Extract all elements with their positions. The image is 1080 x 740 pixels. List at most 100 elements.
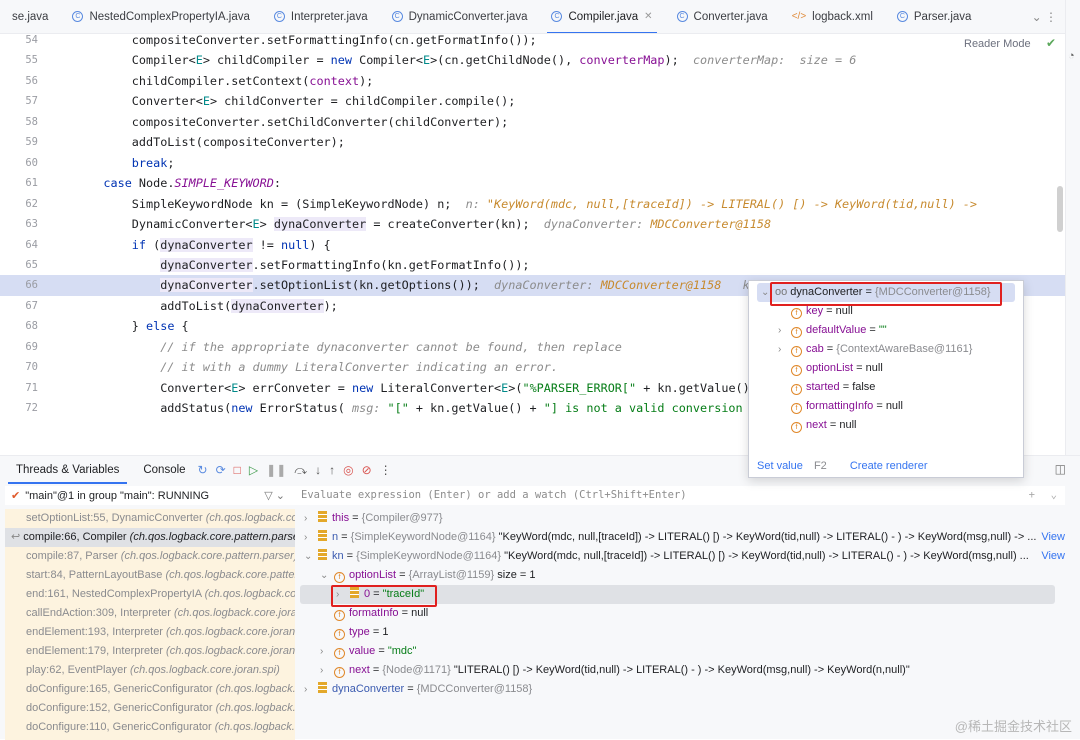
evaluate-expression-input[interactable]: Evaluate expression (Enter) or add a wat… [295, 486, 1065, 505]
line-number[interactable]: 68 [0, 316, 38, 337]
reader-mode-button[interactable]: Reader Mode [964, 38, 1031, 50]
line-number[interactable]: 64 [0, 235, 38, 256]
view-breakpoints-icon[interactable]: ◎ [343, 463, 353, 477]
stack-frame[interactable]: doConfigure:110, GenericConfigurator (ch… [5, 718, 295, 737]
popup-field-row[interactable]: › f defaultValue = "" [749, 321, 1023, 340]
stack-frame[interactable]: doConfigure:165, GenericConfigurator (ch… [5, 680, 295, 699]
variable-row[interactable]: ⌄ f optionList = {ArrayList@1159} size = 1 [300, 566, 1065, 585]
stack-frame[interactable]: doConfigure:152, GenericConfigurator (ch… [5, 699, 295, 718]
expand-arrow-icon[interactable]: › [320, 661, 330, 680]
tab-interpreter-java[interactable]: C Interpreter.java [262, 0, 380, 33]
popup-field: f formattingInfo = null [791, 400, 903, 414]
create-renderer-link[interactable]: Create renderer [850, 460, 928, 472]
variable-value: 1 [382, 626, 389, 638]
line-number[interactable]: 58 [0, 112, 38, 133]
stack-frame[interactable]: setOptionList:55, DynamicConverter (ch.q… [5, 509, 295, 528]
rerun-icon[interactable]: ↻ [198, 463, 208, 477]
stack-frame[interactable]: ↩ compile:66, Compiler (ch.qos.logback.c… [5, 528, 295, 547]
collapse-arrow-icon[interactable]: ⌄ [761, 283, 769, 302]
set-value-link[interactable]: Set value [757, 460, 803, 472]
line-number[interactable]: 71 [0, 378, 38, 399]
notifications-icon[interactable]: ◔ [1068, 50, 1080, 62]
field-name: defaultValue [806, 324, 867, 336]
variable-row[interactable]: › f next = {Node@1171} "LITERAL() [) -> Ke… [300, 661, 1065, 680]
stack-frame[interactable]: callEndAction:309, Interpreter (ch.qos.l… [5, 604, 295, 623]
line-number[interactable]: 66 [0, 275, 38, 296]
variable-row[interactable]: › this = {Compiler@977} [300, 509, 1065, 528]
line-number[interactable]: 70 [0, 357, 38, 378]
more-icon[interactable]: ⋮ [380, 463, 392, 477]
collapse-arrow-icon[interactable]: ⌄ [320, 566, 330, 585]
tab-parser-java[interactable]: C Parser.java [885, 0, 984, 33]
line-number[interactable]: 56 [0, 71, 38, 92]
variable-row[interactable]: f type = 1 [300, 623, 1065, 642]
popup-field-row[interactable]: f started = false [749, 378, 1023, 397]
stop-icon[interactable]: □ [234, 463, 241, 477]
tab-dynamicconverter-java[interactable]: C DynamicConverter.java [380, 0, 540, 33]
editor-scrollbar[interactable] [1057, 186, 1063, 232]
stack-frame[interactable]: endElement:179, Interpreter (ch.qos.logb… [5, 642, 295, 661]
line-number[interactable]: 72 [0, 398, 38, 419]
resume-icon[interactable]: ▷ [249, 463, 258, 477]
expand-arrow-icon[interactable]: › [304, 680, 314, 699]
line-number[interactable]: 55 [0, 50, 38, 71]
popup-field-row[interactable]: f next = null [749, 416, 1023, 435]
step-over-icon[interactable]: ⤼ [294, 463, 307, 478]
code-token: + kn.getValue() + [408, 401, 544, 416]
step-out-icon[interactable]: ↑ [329, 463, 335, 477]
add-watch-icon[interactable]: + [1029, 486, 1035, 505]
variables-tree[interactable]: › this = {Compiler@977} › n = {SimpleKeywo… [300, 509, 1065, 740]
variable-row[interactable]: › n = {SimpleKeywordNode@1164} "KeyWord(m… [300, 528, 1065, 547]
mute-breakpoints-icon[interactable]: ⊘ [362, 463, 372, 477]
thread-selector[interactable]: ✔ "main"@1 in group "main": RUNNING ▽ ⌄ [5, 486, 295, 505]
tabs-overflow-icon[interactable]: ⌄ ⋮ [1024, 10, 1065, 24]
line-number[interactable]: 63 [0, 214, 38, 235]
line-number[interactable]: 61 [0, 173, 38, 194]
step-into-icon[interactable]: ↓ [315, 463, 321, 477]
filter-icon[interactable]: ▽ ⌄ [264, 489, 285, 502]
frames-list[interactable]: setOptionList:55, DynamicConverter (ch.q… [5, 509, 295, 740]
view-link[interactable]: View [1039, 528, 1065, 547]
history-dropdown-icon[interactable]: ⌄ [1051, 486, 1057, 505]
stack-frame[interactable]: end:161, NestedComplexPropertyIA (ch.qos… [5, 585, 295, 604]
stack-frame[interactable]: play:62, EventPlayer (ch.qos.logback.cor… [5, 661, 295, 680]
line-number[interactable]: 67 [0, 296, 38, 317]
stack-frame[interactable]: compile:87, Parser (ch.qos.logback.core.… [5, 547, 295, 566]
variable-row[interactable]: › dynaConverter = {MDCConverter@1158} [300, 680, 1065, 699]
tab-threads-variables[interactable]: Threads & Variables [8, 456, 128, 484]
pause-icon[interactable]: ❚❚ [266, 463, 286, 477]
close-tab-icon[interactable]: ✕ [644, 11, 652, 22]
popup-field-row[interactable]: f optionList = null [749, 359, 1023, 378]
variable-row[interactable]: › f value = "mdc" [300, 642, 1065, 661]
line-number[interactable]: 65 [0, 255, 38, 276]
view-link[interactable]: View [1039, 547, 1065, 566]
field-icon: f [334, 667, 345, 678]
collapse-arrow-icon[interactable]: ⌄ [304, 547, 314, 566]
expand-arrow-icon[interactable]: › [320, 642, 330, 661]
line-number[interactable]: 57 [0, 91, 38, 112]
expand-arrow-icon[interactable]: › [778, 321, 781, 340]
layout-icon[interactable]: ◫ [1055, 462, 1066, 476]
stack-frame[interactable]: start:84, PatternLayoutBase (ch.qos.logb… [5, 566, 295, 585]
popup-field-row[interactable]: f formattingInfo = null [749, 397, 1023, 416]
popup-field-row[interactable]: › f cab = {ContextAwareBase@1161} [749, 340, 1023, 359]
expand-arrow-icon[interactable]: › [304, 509, 314, 528]
expand-arrow-icon[interactable]: › [304, 528, 314, 547]
line-number[interactable]: 54 [0, 34, 38, 51]
tab-compiler-java[interactable]: C Compiler.java ✕ [539, 0, 664, 33]
variable-row[interactable]: ⌄ kn = {SimpleKeywordNode@1164} "KeyWord(… [300, 547, 1065, 566]
line-number[interactable]: 60 [0, 153, 38, 174]
line-number[interactable]: 59 [0, 132, 38, 153]
restart-icon[interactable]: ⟳ [216, 463, 226, 477]
expand-arrow-icon[interactable]: › [778, 340, 781, 359]
line-number[interactable]: 62 [0, 194, 38, 215]
code-token: E [195, 53, 203, 68]
tab-converter-java[interactable]: C Converter.java [665, 0, 780, 33]
line-number[interactable]: 73 [0, 419, 38, 424]
tab-console[interactable]: Console [135, 456, 193, 484]
line-number[interactable]: 69 [0, 337, 38, 358]
tab-se-java[interactable]: se.java [0, 0, 60, 33]
tab-logback-xml[interactable]: </> logback.xml [780, 0, 885, 33]
stack-frame[interactable]: endElement:193, Interpreter (ch.qos.logb… [5, 623, 295, 642]
tab-nestedcomplexpropertyia-java[interactable]: C NestedComplexPropertyIA.java [60, 0, 261, 33]
